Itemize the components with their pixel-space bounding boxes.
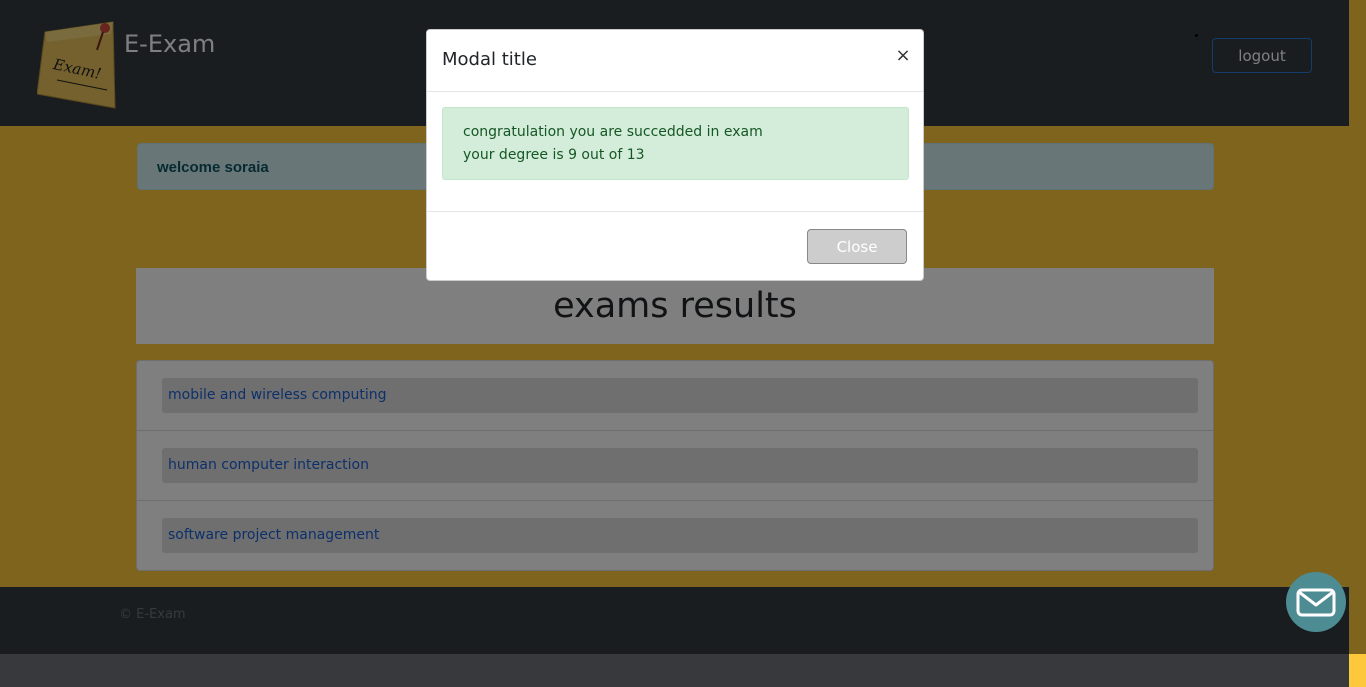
success-alert: congratulation you are succedded in exam… [442, 107, 909, 180]
close-button[interactable]: Close [807, 229, 907, 264]
modal-title: Modal title [442, 49, 537, 70]
degree-message: your degree is 9 out of 13 [463, 147, 645, 163]
modal-footer: Close [427, 211, 923, 281]
backdrop-edge [1349, 654, 1366, 687]
modal-header: Modal title × [427, 30, 923, 92]
close-icon[interactable]: × [893, 46, 913, 66]
success-message: congratulation you are succedded in exam [463, 124, 763, 140]
result-modal: Modal title × congratulation you are suc… [426, 29, 924, 281]
envelope-icon [1296, 588, 1336, 617]
message-widget-button[interactable] [1286, 572, 1346, 632]
